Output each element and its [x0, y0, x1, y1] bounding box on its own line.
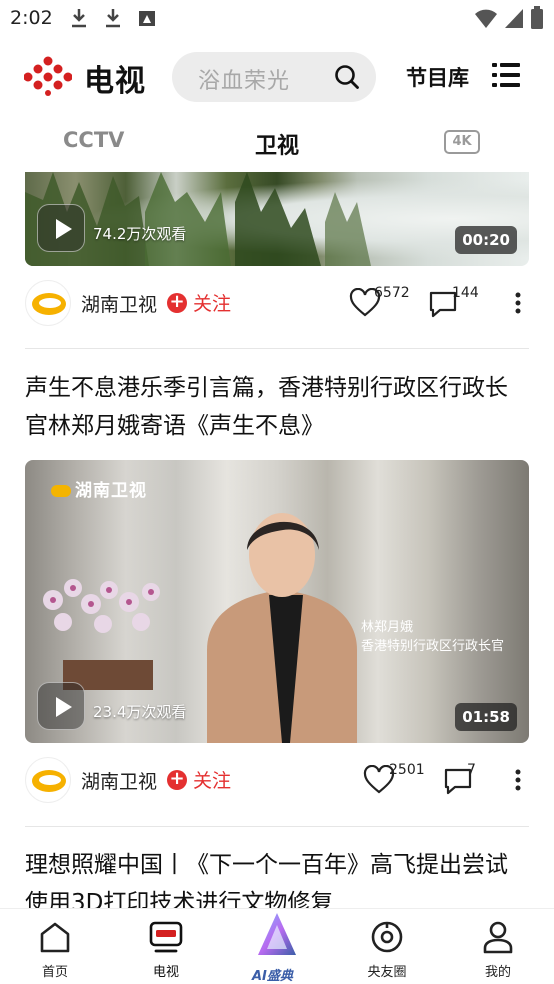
channel-avatar[interactable]: [25, 757, 71, 803]
search-input[interactable]: 浴血荣光: [172, 52, 376, 102]
download-icon: [106, 9, 120, 28]
search-icon[interactable]: [334, 64, 360, 90]
comment-count: 144: [452, 285, 479, 301]
divider: [25, 348, 529, 349]
signal-icon: [505, 9, 523, 28]
channel-watermark: 湖南卫视: [51, 476, 147, 501]
channel-name[interactable]: 湖南卫视: [81, 767, 157, 794]
home-icon: [40, 922, 70, 953]
play-button[interactable]: [37, 204, 85, 252]
comment-count: 7: [467, 762, 476, 778]
video-thumbnail[interactable]: 74.2万次观看 00:20: [25, 172, 529, 266]
plus-icon: +: [167, 292, 187, 313]
channel-name[interactable]: 湖南卫视: [81, 290, 157, 317]
nav-profile[interactable]: 我的: [458, 919, 538, 980]
hunan-tv-logo-icon: [51, 485, 71, 497]
nav-label: 电视: [152, 965, 179, 980]
tab-cctv[interactable]: CCTV: [63, 128, 124, 152]
download-icon: [72, 9, 86, 28]
nav-label: 首页: [41, 965, 68, 980]
tv-icon: [149, 921, 183, 953]
caption-role: 香港特别行政区行政长官: [361, 639, 505, 654]
program-guide-link[interactable]: 节目库: [406, 62, 469, 92]
cctv-logo-icon[interactable]: [24, 56, 72, 96]
circle-icon: [371, 921, 403, 953]
wifi-icon: [475, 9, 497, 28]
tab-satellite-tv[interactable]: 卫视: [255, 128, 299, 160]
nav-label: 我的: [484, 965, 511, 980]
view-count: 23.4万次观看: [93, 703, 187, 721]
video-info-bar: 湖南卫视 + 关注 6572 144: [25, 280, 529, 330]
video-duration: 00:20: [455, 226, 517, 254]
nav-ai-gala[interactable]: [237, 911, 317, 963]
ai-gala-icon: [258, 913, 296, 955]
tab-4k[interactable]: 4K: [444, 130, 480, 154]
view-count: 74.2万次观看: [93, 225, 187, 243]
profile-icon: [483, 921, 513, 954]
search-placeholder: 浴血荣光: [198, 69, 291, 94]
speaker-figure: [207, 513, 357, 743]
channel-avatar[interactable]: [25, 280, 71, 326]
follow-label: 关注: [193, 293, 232, 315]
follow-button[interactable]: + 关注: [167, 289, 231, 316]
divider: [25, 826, 529, 827]
status-bar: 2:02: [0, 0, 554, 38]
follow-label: 关注: [193, 770, 232, 792]
nav-label: 央友圈: [367, 965, 407, 980]
nav-label: AI盛典: [252, 969, 293, 984]
page-title: 电视: [84, 64, 146, 99]
like-count: 2501: [389, 762, 425, 778]
channel-tabs: CCTV 卫视 4K: [0, 118, 554, 168]
more-options-icon[interactable]: [515, 292, 521, 314]
nav-circle[interactable]: 央友圈: [347, 919, 427, 980]
app-header: 电视 浴血荣光 节目库: [0, 48, 554, 106]
play-button[interactable]: [37, 682, 85, 730]
video-thumbnail[interactable]: 湖南卫视 林郑月娥 香港特别行政区行政长官 23.4万次观看 01:58: [25, 460, 529, 743]
status-time: 2:02: [10, 7, 53, 29]
follow-button[interactable]: + 关注: [167, 766, 231, 793]
orchid-flowers: [43, 579, 160, 690]
caption-name: 林郑月娥: [361, 620, 414, 635]
nav-tv[interactable]: 电视: [126, 919, 206, 980]
caption-lower-third: 林郑月娥 香港特别行政区行政长官: [361, 618, 504, 656]
nav-home[interactable]: 首页: [15, 919, 95, 980]
plus-icon: +: [167, 769, 187, 790]
more-options-icon[interactable]: [515, 769, 521, 791]
video-title[interactable]: 声生不息港乐季引言篇，香港特别行政区行政长官林郑月娥寄语《声生不息》: [25, 369, 530, 445]
image-notification-icon: [139, 11, 155, 26]
video-info-bar: 湖南卫视 + 关注 2501 7: [25, 757, 529, 807]
video-duration: 01:58: [455, 703, 517, 731]
bottom-nav: 首页 电视 AI盛典 央友圈 我的: [0, 908, 554, 984]
list-icon[interactable]: [492, 62, 520, 88]
like-count: 6572: [374, 285, 410, 301]
landscape-thumbnail: [25, 172, 371, 266]
battery-icon: [531, 6, 543, 29]
